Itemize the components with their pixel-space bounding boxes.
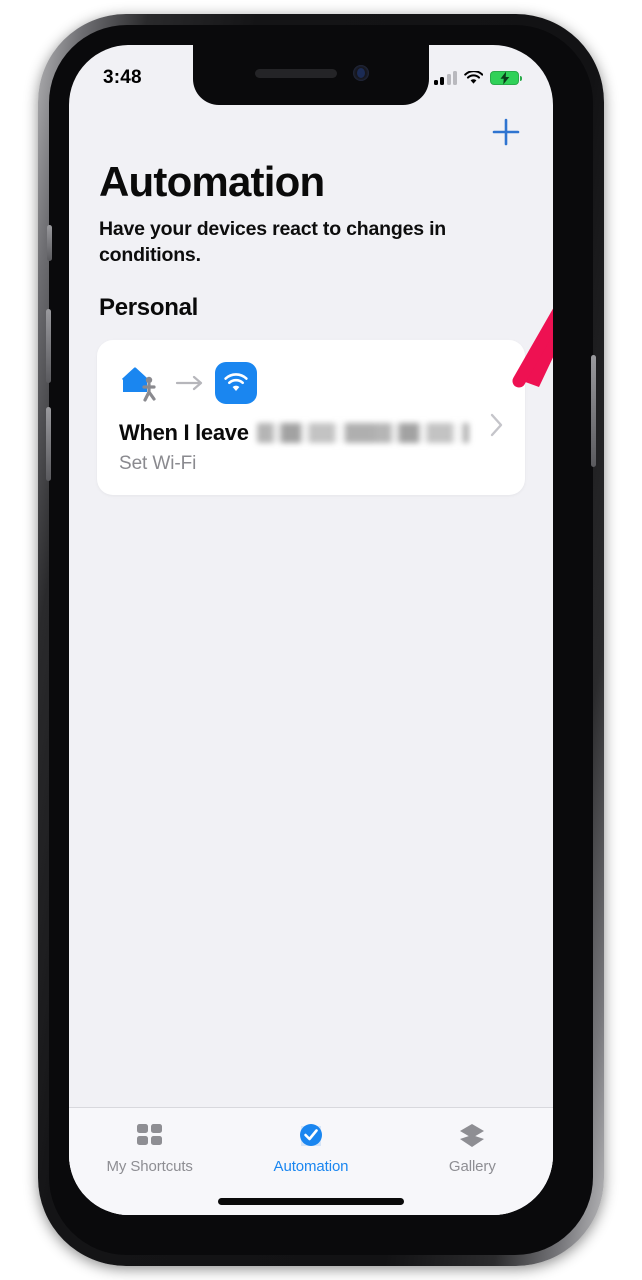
page-title: Automation xyxy=(99,158,325,205)
volume-down-button[interactable] xyxy=(46,407,51,481)
home-indicator[interactable] xyxy=(218,1198,404,1205)
status-time: 3:48 xyxy=(103,67,142,88)
notch xyxy=(193,45,429,105)
front-camera-icon xyxy=(353,65,369,81)
automation-title: When I leave xyxy=(119,420,505,446)
wifi-tile-icon xyxy=(215,362,257,405)
layers-icon xyxy=(457,1120,487,1152)
automation-icon-row xyxy=(119,360,505,406)
tab-label-gallery: Gallery xyxy=(448,1158,496,1175)
automation-subtitle: Set Wi-Fi xyxy=(119,453,197,475)
power-side-button[interactable] xyxy=(591,355,596,467)
nav-bar xyxy=(69,105,553,153)
phone-screen: 3:48 Automation Have your devices react … xyxy=(69,45,553,1215)
volume-up-button[interactable] xyxy=(46,309,51,383)
charging-bolt-icon xyxy=(500,71,509,85)
tab-automation[interactable]: Automation xyxy=(230,1120,391,1175)
automation-card[interactable]: When I leave Set Wi-Fi xyxy=(97,340,525,496)
tab-my-shortcuts[interactable]: My Shortcuts xyxy=(69,1120,230,1175)
house-leaving-icon xyxy=(119,362,165,404)
check-circle-icon xyxy=(295,1120,327,1152)
page-subtitle: Have your devices react to changes in co… xyxy=(99,218,446,266)
plus-icon xyxy=(492,118,520,146)
tab-gallery[interactable]: Gallery xyxy=(392,1120,553,1175)
automation-title-text: When I leave xyxy=(119,420,249,446)
tab-label-automation: Automation xyxy=(273,1158,349,1175)
grid-icon xyxy=(135,1120,165,1152)
section-title-personal: Personal xyxy=(99,294,198,322)
add-automation-button[interactable] xyxy=(489,115,523,149)
redacted-location-text xyxy=(256,423,469,444)
battery-charging-icon xyxy=(490,71,522,85)
wifi-icon xyxy=(464,71,483,84)
earpiece-speaker xyxy=(255,69,337,78)
mute-switch-button[interactable] xyxy=(47,225,52,261)
tab-label-my-shortcuts: My Shortcuts xyxy=(106,1158,193,1175)
chevron-right-icon xyxy=(490,414,503,437)
status-indicators xyxy=(433,70,522,85)
cellular-signal-icon xyxy=(433,70,457,85)
automation-page: Automation Have your devices react to ch… xyxy=(69,105,553,1215)
device-bezel: 3:48 Automation Have your devices react … xyxy=(46,25,596,1255)
iphone-device-frame: 3:48 Automation Have your devices react … xyxy=(38,14,604,1266)
arrow-right-icon xyxy=(175,376,203,391)
